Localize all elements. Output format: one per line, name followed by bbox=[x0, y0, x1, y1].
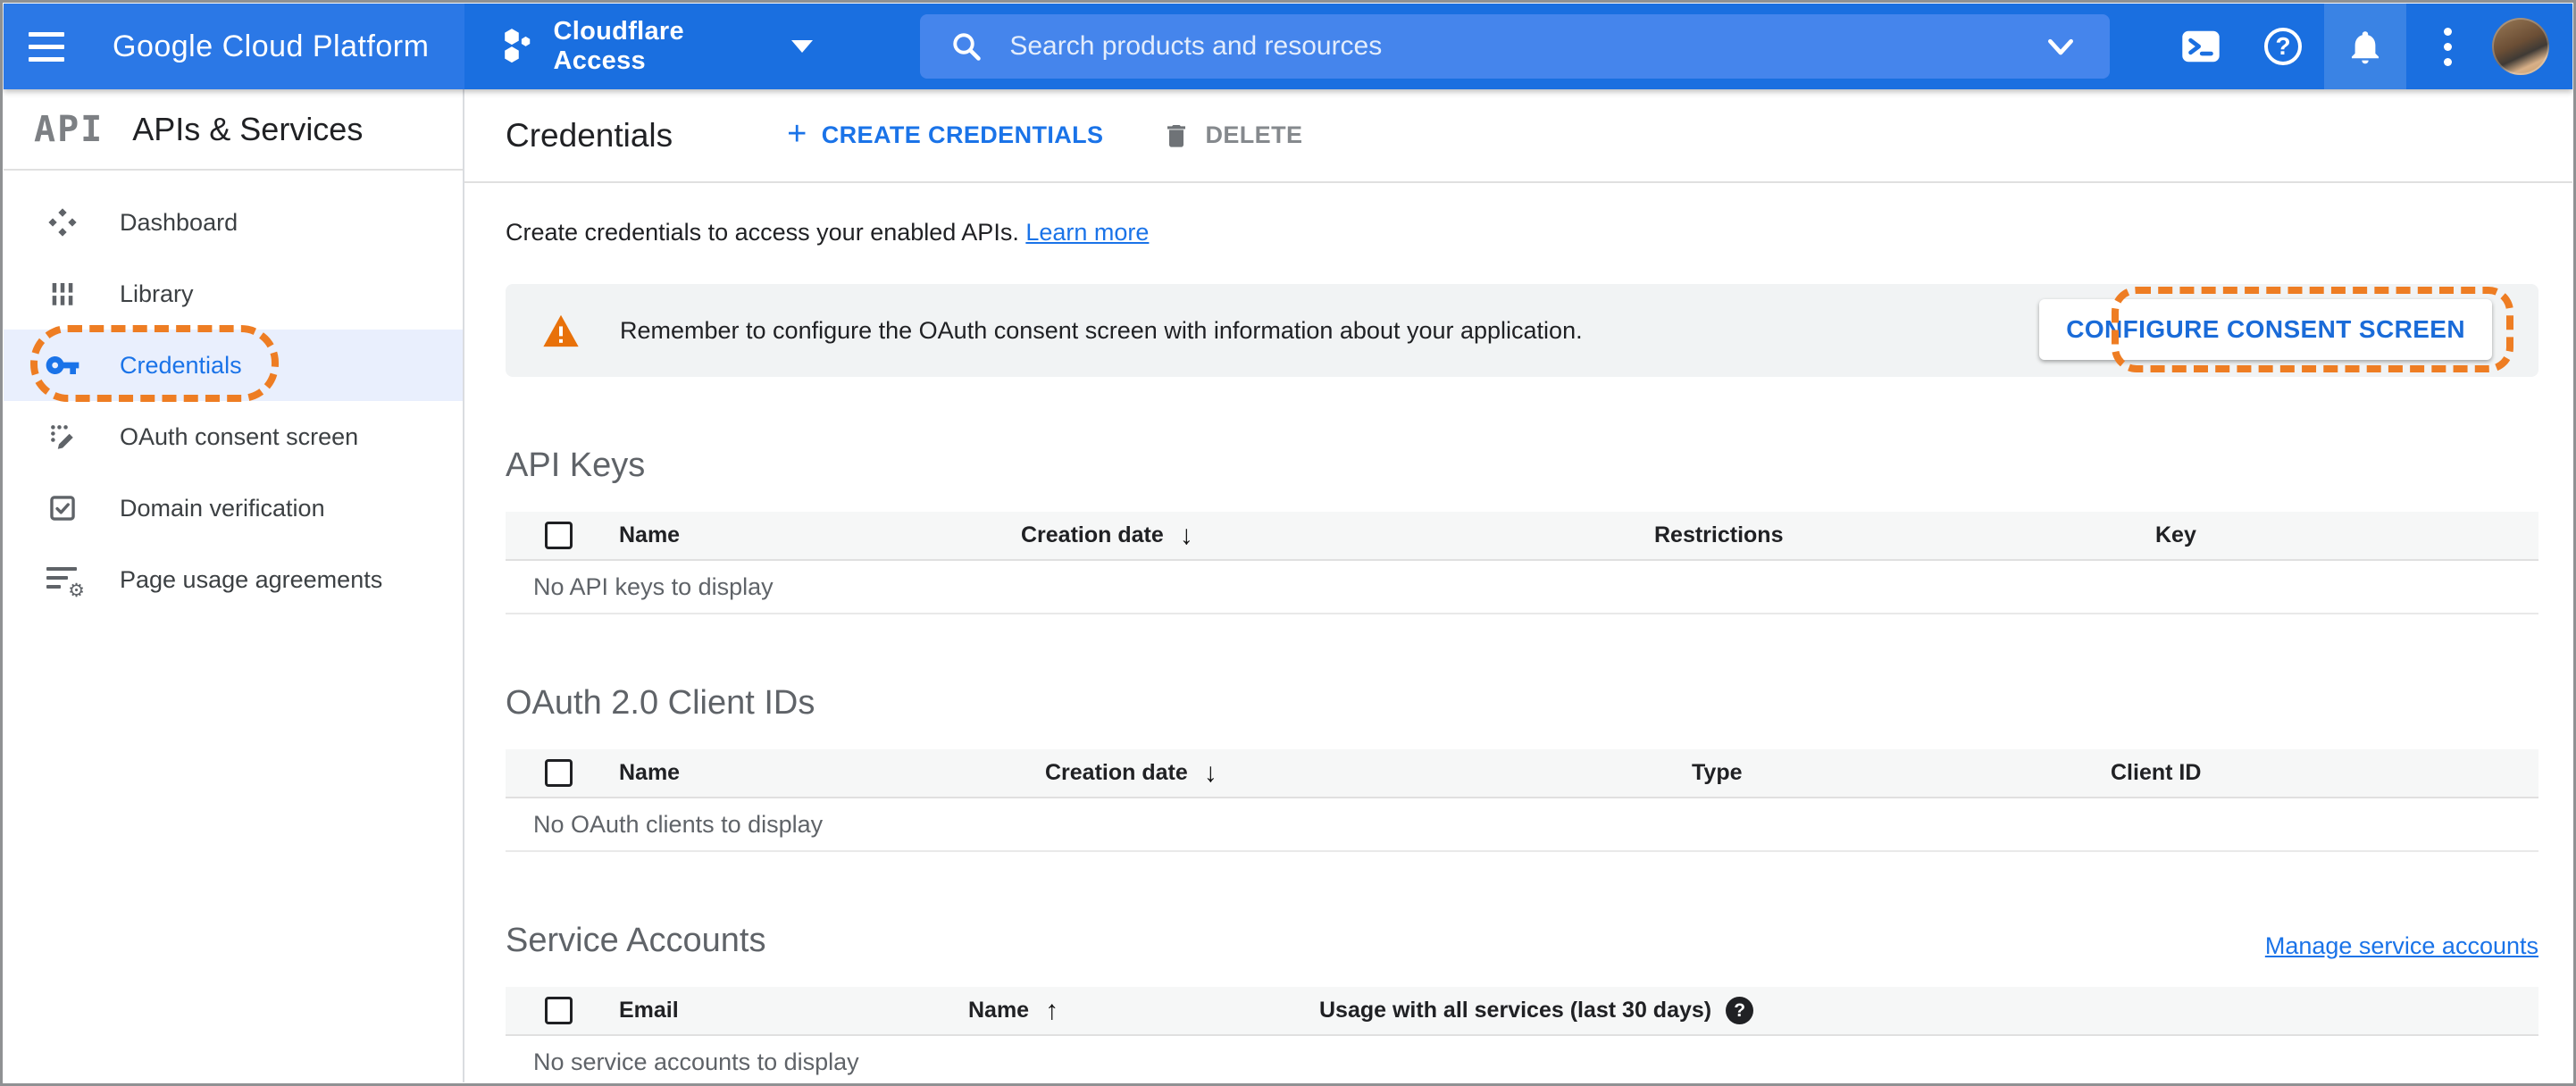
sidebar-item-page-usage-agreements[interactable]: ⚙ Page usage agreements bbox=[4, 544, 463, 615]
cloud-shell-button[interactable] bbox=[2160, 4, 2242, 89]
manage-service-accounts-link[interactable]: Manage service accounts bbox=[2265, 932, 2538, 960]
service-accounts-section: Service Accounts Manage service accounts… bbox=[506, 922, 2538, 1086]
learn-more-link[interactable]: Learn more bbox=[1025, 219, 1149, 246]
sidebar-item-label: Library bbox=[120, 280, 194, 307]
sidebar: API APIs & Services Dashboard Library Cr… bbox=[4, 89, 464, 1082]
consent-warning-banner: Remember to configure the OAuth consent … bbox=[506, 284, 2538, 377]
api-keys-table: Name Creation date ↓ Restrictions Key No… bbox=[506, 512, 2538, 614]
column-header-client-id[interactable]: Client ID bbox=[2111, 760, 2538, 786]
page-title: Credentials bbox=[506, 116, 673, 154]
page-usage-agreements-icon: ⚙ bbox=[39, 565, 86, 600]
oauth-consent-icon bbox=[39, 422, 86, 452]
service-accounts-table-header: Email Name ↑ Usage with all services (la… bbox=[506, 987, 2538, 1036]
oauth-clients-empty-row: No OAuth clients to display bbox=[506, 798, 2538, 852]
help-button[interactable]: ? bbox=[2242, 4, 2324, 89]
hamburger-menu-button[interactable] bbox=[4, 4, 89, 89]
topbar: Google Cloud Platform Cloudflare Access bbox=[4, 4, 2572, 89]
sidebar-item-domain-verification[interactable]: Domain verification bbox=[4, 472, 463, 544]
project-name: Cloudflare Access bbox=[553, 17, 684, 75]
cloud-shell-icon bbox=[2182, 30, 2220, 63]
intro-sentence: Create credentials to access your enable… bbox=[506, 219, 1019, 246]
sort-desc-icon[interactable]: ↓ bbox=[1180, 521, 1193, 551]
search-chevron-down-icon[interactable] bbox=[2042, 31, 2079, 62]
main-content: Credentials + CREATE CREDENTIALS DELETE … bbox=[464, 89, 2572, 1082]
sidebar-item-label: Domain verification bbox=[120, 494, 325, 522]
sort-asc-icon[interactable]: ↑ bbox=[1045, 996, 1058, 1026]
sidebar-item-label: OAuth consent screen bbox=[120, 422, 359, 450]
library-icon bbox=[39, 279, 86, 309]
warning-icon bbox=[543, 314, 579, 347]
plus-icon: + bbox=[787, 114, 807, 153]
column-header-name[interactable]: Name bbox=[619, 522, 1021, 548]
page-header: Credentials + CREATE CREDENTIALS DELETE bbox=[464, 89, 2572, 183]
search-icon bbox=[953, 33, 982, 61]
column-header-creation-date[interactable]: Creation date ↓ bbox=[1045, 758, 1692, 789]
topbar-main-section: Cloudflare Access Search products and re… bbox=[464, 4, 2572, 89]
notifications-button[interactable] bbox=[2324, 4, 2406, 89]
oauth-clients-section: OAuth 2.0 Client IDs Name Creation date … bbox=[506, 684, 2538, 852]
project-caret-down-icon bbox=[791, 40, 814, 53]
service-accounts-empty-row: No service accounts to display bbox=[506, 1036, 2538, 1086]
api-logo: API bbox=[34, 108, 105, 150]
banner-message: Remember to configure the OAuth consent … bbox=[620, 316, 1583, 344]
sidebar-item-library[interactable]: Library bbox=[4, 258, 463, 330]
delete-button[interactable]: DELETE bbox=[1162, 121, 1302, 151]
gear-icon: ⚙ bbox=[68, 581, 85, 601]
select-all-checkbox[interactable] bbox=[545, 522, 573, 549]
project-hexagons-icon bbox=[505, 29, 531, 63]
api-keys-section: API Keys Name Creation date ↓ Restrictio… bbox=[506, 447, 2538, 614]
sidebar-header: API APIs & Services bbox=[4, 89, 463, 171]
domain-verification-icon bbox=[39, 493, 86, 523]
sidebar-nav: Dashboard Library Credentials OAuth cons… bbox=[4, 171, 463, 615]
create-credentials-label: CREATE CREDENTIALS bbox=[821, 121, 1104, 148]
search-bar[interactable] bbox=[920, 14, 2110, 79]
vertical-ellipsis-icon bbox=[2443, 27, 2452, 66]
sidebar-item-dashboard[interactable]: Dashboard bbox=[4, 187, 463, 258]
create-credentials-button[interactable]: + CREATE CREDENTIALS bbox=[787, 114, 1104, 153]
sidebar-item-credentials[interactable]: Credentials bbox=[4, 330, 463, 401]
bell-icon bbox=[2351, 31, 2379, 64]
key-icon bbox=[39, 347, 86, 383]
sidebar-item-label: Dashboard bbox=[120, 208, 238, 236]
user-avatar[interactable] bbox=[2492, 18, 2549, 75]
search-input[interactable] bbox=[1009, 31, 2042, 62]
api-keys-title: API Keys bbox=[506, 447, 646, 484]
column-header-name[interactable]: Name ↑ bbox=[968, 996, 1319, 1026]
column-header-restrictions[interactable]: Restrictions bbox=[1654, 522, 2155, 548]
column-header-usage: Usage with all services (last 30 days) ? bbox=[1319, 997, 2538, 1024]
select-all-checkbox[interactable] bbox=[545, 759, 573, 787]
column-header-key[interactable]: Key bbox=[2155, 522, 2538, 548]
dashboard-icon bbox=[39, 206, 86, 238]
project-selector[interactable]: Cloudflare Access bbox=[500, 17, 814, 76]
topbar-icon-group: ? bbox=[2160, 4, 2572, 89]
select-all-checkbox[interactable] bbox=[545, 997, 573, 1024]
intro-text: Create credentials to access your enable… bbox=[506, 219, 2572, 246]
sidebar-title: APIs & Services bbox=[132, 110, 364, 147]
column-header-email[interactable]: Email bbox=[619, 998, 968, 1023]
sidebar-item-label: Page usage agreements bbox=[120, 565, 383, 593]
oauth-clients-table-header: Name Creation date ↓ Type Client ID bbox=[506, 749, 2538, 798]
brand-title[interactable]: Google Cloud Platform bbox=[113, 29, 429, 64]
sort-desc-icon[interactable]: ↓ bbox=[1204, 758, 1217, 789]
column-header-creation-date[interactable]: Creation date ↓ bbox=[1021, 521, 1654, 551]
more-options-button[interactable] bbox=[2406, 4, 2488, 89]
sidebar-item-oauth-consent-screen[interactable]: OAuth consent screen bbox=[4, 401, 463, 472]
topbar-brand-section: Google Cloud Platform bbox=[4, 4, 464, 89]
content-body: Create credentials to access your enable… bbox=[464, 183, 2572, 1086]
gcp-console-window: Google Cloud Platform Cloudflare Access bbox=[4, 4, 2572, 1082]
column-header-name[interactable]: Name bbox=[619, 760, 1045, 786]
configure-consent-screen-button[interactable]: CONFIGURE CONSENT SCREEN bbox=[2039, 299, 2492, 360]
api-keys-empty-row: No API keys to display bbox=[506, 561, 2538, 614]
service-accounts-title: Service Accounts bbox=[506, 922, 766, 959]
sidebar-item-label: Credentials bbox=[120, 351, 242, 379]
api-keys-table-header: Name Creation date ↓ Restrictions Key bbox=[506, 512, 2538, 561]
oauth-clients-title: OAuth 2.0 Client IDs bbox=[506, 684, 815, 722]
service-accounts-table: Email Name ↑ Usage with all services (la… bbox=[506, 987, 2538, 1086]
usage-help-icon[interactable]: ? bbox=[1726, 997, 1754, 1024]
oauth-clients-table: Name Creation date ↓ Type Client ID No O… bbox=[506, 749, 2538, 852]
help-icon: ? bbox=[2264, 28, 2302, 65]
trash-icon bbox=[1167, 124, 1186, 147]
delete-label: DELETE bbox=[1205, 121, 1303, 148]
column-header-type[interactable]: Type bbox=[1692, 760, 2111, 786]
